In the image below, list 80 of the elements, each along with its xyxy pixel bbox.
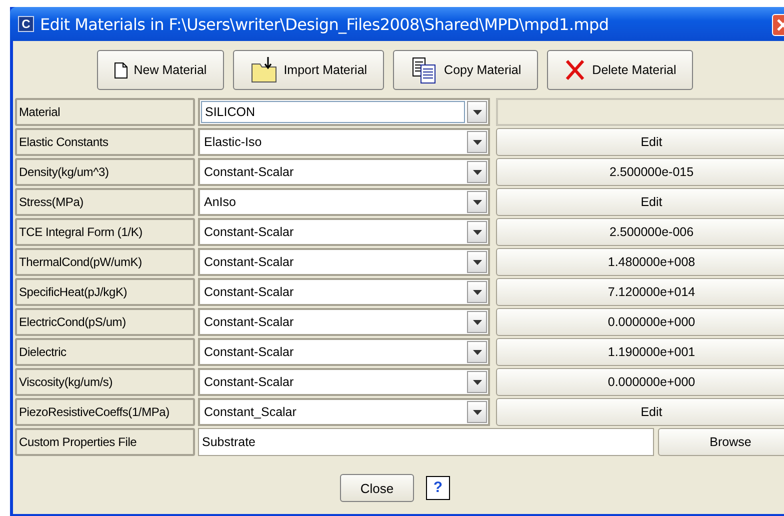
caret-icon bbox=[472, 170, 482, 174]
property-label: Material bbox=[15, 98, 195, 126]
app-icon: C bbox=[18, 16, 34, 32]
dropdown-button[interactable] bbox=[467, 161, 487, 183]
dropdown[interactable]: Constant-Scalar bbox=[198, 158, 490, 186]
dropdown[interactable]: Constant-Scalar bbox=[198, 248, 490, 276]
dropdown[interactable]: Constant-Scalar bbox=[198, 308, 490, 336]
value-button[interactable]: 1.480000e+008 bbox=[496, 248, 784, 276]
dropdown-button[interactable] bbox=[467, 221, 487, 243]
close-dialog-button[interactable]: Close bbox=[340, 474, 414, 502]
dropdown-value: Elastic-Iso bbox=[203, 134, 263, 151]
dropdown-value: Constant_Scalar bbox=[203, 404, 298, 421]
caret-icon bbox=[472, 140, 482, 144]
dropdown-button[interactable] bbox=[467, 281, 487, 303]
dropdown-button[interactable] bbox=[467, 191, 487, 213]
caret-icon bbox=[472, 110, 482, 114]
dropdown-button[interactable] bbox=[467, 311, 487, 333]
delete-icon bbox=[564, 59, 586, 81]
dropdown-button[interactable] bbox=[467, 341, 487, 363]
dropdown-button[interactable] bbox=[467, 401, 487, 423]
file-field[interactable]: Substrate bbox=[198, 428, 654, 456]
dropdown[interactable]: Constant_Scalar bbox=[198, 398, 490, 426]
caret-icon bbox=[472, 200, 482, 204]
dropdown[interactable]: Constant-Scalar bbox=[198, 218, 490, 246]
property-label: Dielectric bbox=[15, 338, 195, 366]
value-button[interactable]: Edit bbox=[496, 398, 784, 426]
value-button[interactable]: 0.000000e+000 bbox=[496, 308, 784, 336]
value-button[interactable]: 1.190000e+001 bbox=[496, 338, 784, 366]
property-label: Density(kg/um^3) bbox=[15, 158, 195, 186]
property-label: Elastic Constants bbox=[15, 128, 195, 156]
property-label: SpecificHeat(pJ/kgK) bbox=[15, 278, 195, 306]
caret-icon bbox=[472, 380, 482, 384]
caret-icon bbox=[472, 320, 482, 324]
caret-icon bbox=[472, 260, 482, 264]
dropdown-button[interactable] bbox=[467, 131, 487, 153]
caret-icon bbox=[472, 230, 482, 234]
copy-icon bbox=[410, 56, 438, 84]
toolbar-button[interactable]: Import Material bbox=[232, 50, 384, 90]
toolbar-button[interactable]: Delete Material bbox=[547, 50, 694, 90]
document-icon bbox=[114, 62, 128, 78]
value-button[interactable]: 2.500000e-006 bbox=[496, 218, 784, 246]
dropdown-button[interactable] bbox=[467, 371, 487, 393]
value-button[interactable]: Edit bbox=[496, 128, 784, 156]
value-button[interactable]: 7.120000e+014 bbox=[496, 278, 784, 306]
property-label: PiezoResistiveCoeffs(1/MPa) bbox=[15, 398, 195, 426]
dropdown-value: Constant-Scalar bbox=[203, 344, 295, 361]
dropdown[interactable]: Constant-Scalar bbox=[198, 278, 490, 306]
toolbar-button[interactable]: New Material bbox=[96, 50, 224, 90]
property-label: ElectricCond(pS/um) bbox=[15, 308, 195, 336]
value-button[interactable]: 0.000000e+000 bbox=[496, 368, 784, 396]
dropdown[interactable]: Constant-Scalar bbox=[198, 368, 490, 396]
dropdown[interactable]: AnIso bbox=[198, 188, 490, 216]
dropdown[interactable]: Constant-Scalar bbox=[198, 338, 490, 366]
caret-icon bbox=[472, 350, 482, 354]
value-button[interactable]: 2.500000e-015 bbox=[496, 158, 784, 186]
dropdown-value: Constant-Scalar bbox=[203, 254, 295, 271]
toolbar-button[interactable]: Copy Material bbox=[393, 50, 538, 90]
dropdown-value: Constant-Scalar bbox=[203, 284, 295, 301]
property-label: Viscosity(kg/um/s) bbox=[15, 368, 195, 396]
dropdown-value: Constant-Scalar bbox=[203, 164, 295, 181]
dropdown[interactable]: SILICON bbox=[198, 98, 490, 126]
property-label: Stress(MPa) bbox=[15, 188, 195, 216]
dropdown-value: SILICON bbox=[201, 101, 465, 123]
caret-icon bbox=[472, 290, 482, 294]
property-label: Custom Properties File bbox=[15, 428, 195, 456]
window-title: Edit Materials in F:\Users\writer\Design_Files2008\Shared\MPD\mpd1.mpd bbox=[40, 14, 609, 34]
dropdown-value: Constant-Scalar bbox=[203, 224, 295, 241]
dropdown-value: AnIso bbox=[203, 194, 237, 211]
dropdown-value: Constant-Scalar bbox=[203, 314, 295, 331]
dropdown-button[interactable] bbox=[467, 101, 487, 123]
property-label: TCE Integral Form (1/K) bbox=[15, 218, 195, 246]
dropdown[interactable]: Elastic-Iso bbox=[198, 128, 490, 156]
property-label: ThermalCond(pW/umK) bbox=[15, 248, 195, 276]
folder-icon bbox=[250, 56, 278, 84]
help-button[interactable]: ? bbox=[426, 476, 450, 500]
value-button[interactable]: Edit bbox=[496, 188, 784, 216]
caret-icon bbox=[472, 410, 482, 414]
dropdown-value: Constant-Scalar bbox=[203, 374, 295, 391]
browse-button[interactable]: Browse bbox=[658, 428, 784, 456]
dropdown-button[interactable] bbox=[467, 251, 487, 273]
